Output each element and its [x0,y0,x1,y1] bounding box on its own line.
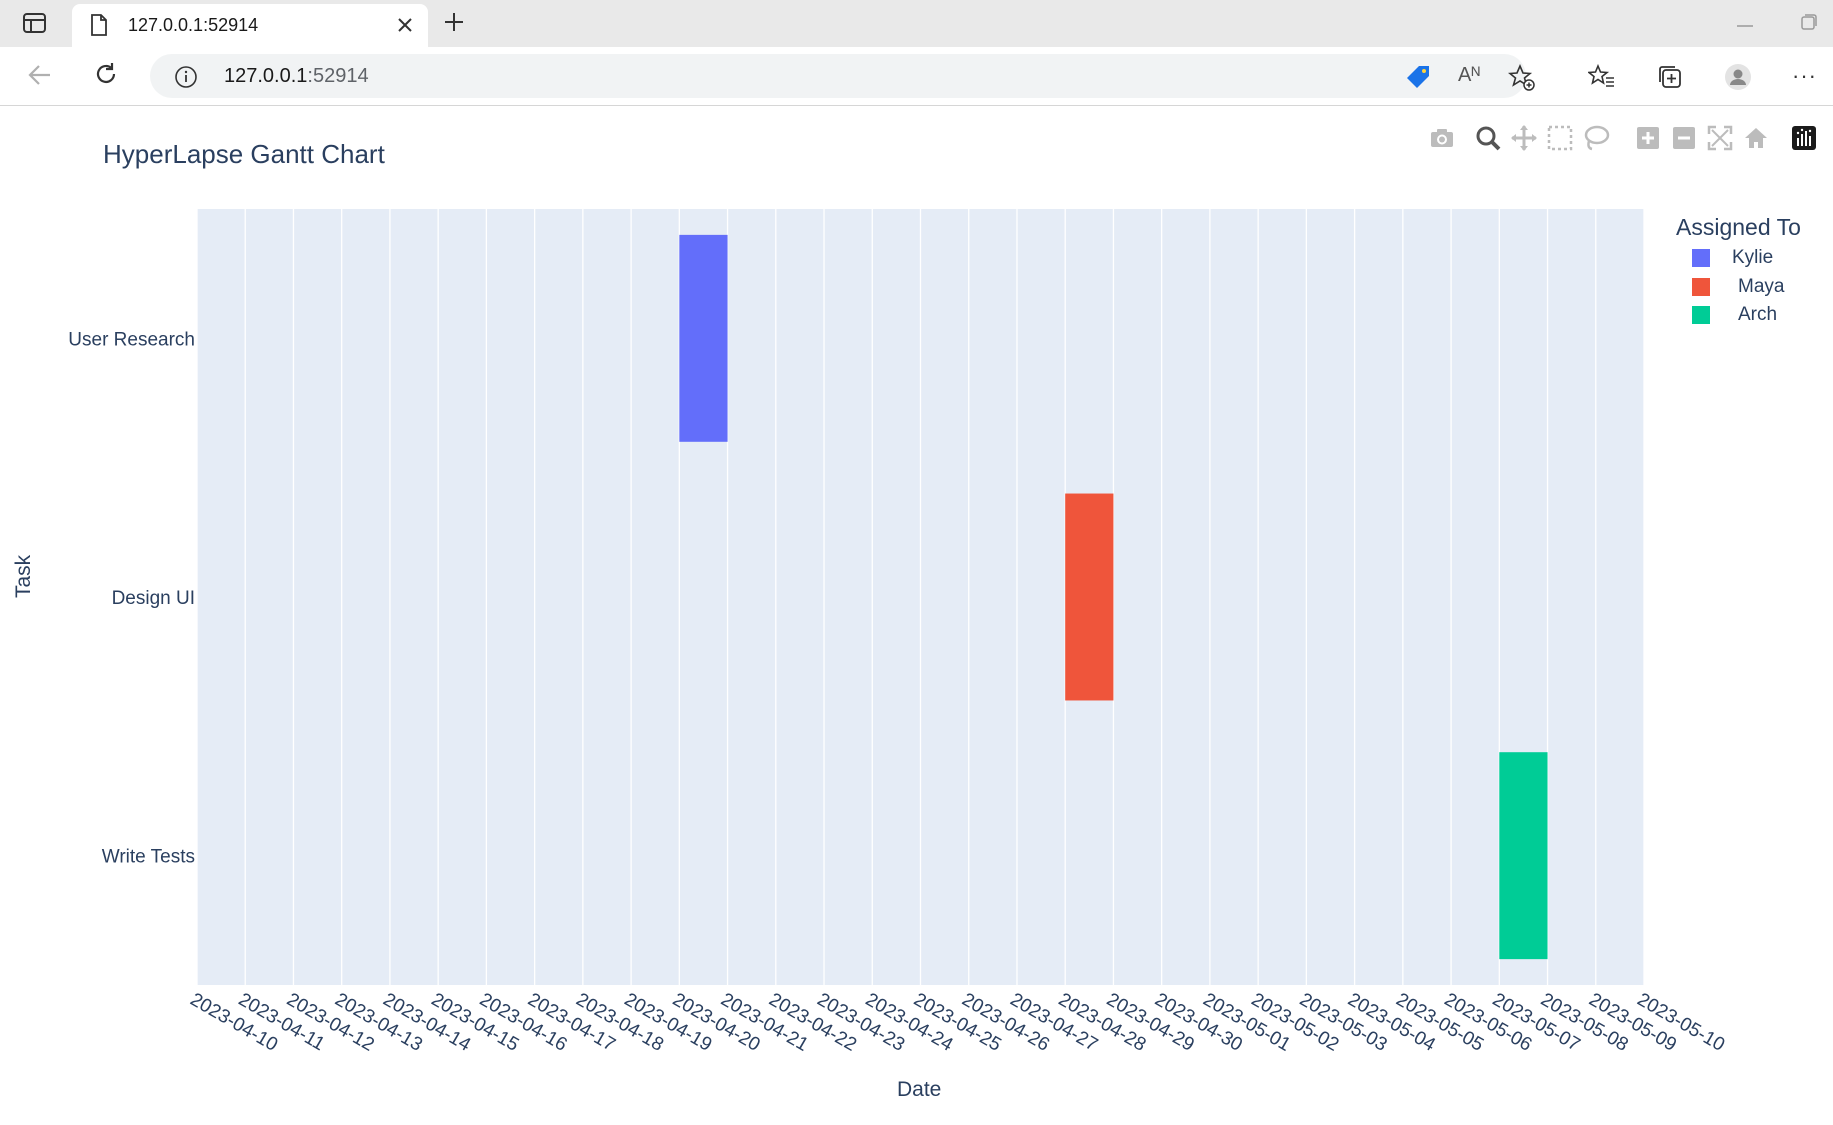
url-host: 127.0.0.1 [224,65,308,87]
close-icon[interactable] [396,16,414,39]
y-axis-label: Task [12,554,35,598]
collections-icon[interactable] [1656,63,1684,96]
address-bar[interactable]: 127.0.0.1:52914 Aᴺ [150,54,1535,98]
profile-icon[interactable] [1724,63,1752,96]
read-aloud-icon[interactable]: Aᴺ [1458,64,1480,87]
y-tick-label: User Research [68,329,195,350]
legend-title: Assigned To [1676,214,1801,240]
reload-icon[interactable] [92,60,120,93]
favorites-icon[interactable] [1586,63,1616,95]
y-tick-label: Design UI [112,588,195,609]
legend-swatch [1692,278,1710,296]
price-tag-icon[interactable] [1405,64,1431,95]
gantt-bar-maya[interactable] [1065,493,1114,701]
plot-container: HyperLapse Gantt Chart User Research Des… [0,106,1833,1125]
back-arrow-icon[interactable] [26,61,54,94]
x-axis-tick-labels: 2023-04-102023-04-112023-04-122023-04-13… [187,989,1729,1056]
page-icon [90,14,108,41]
legend-swatch [1692,306,1710,324]
browser-toolbar: 127.0.0.1:52914 Aᴺ ··· [0,47,1833,106]
info-icon[interactable] [174,65,198,94]
y-tick-label: Write Tests [102,847,195,868]
new-tab-button[interactable] [442,10,466,39]
gantt-bar-kylie[interactable] [679,234,728,442]
browser-tab[interactable]: 127.0.0.1:52914 [72,4,428,47]
tab-strip: 127.0.0.1:52914 [0,0,1833,47]
legend-label: Kylie [1732,247,1774,268]
legend-swatch [1692,249,1710,267]
star-plus-icon[interactable] [1507,63,1536,97]
url-port: :52914 [307,65,369,87]
url-text[interactable]: 127.0.0.1:52914 [224,65,369,88]
legend-label: Maya [1738,276,1785,297]
tab-actions-icon[interactable] [22,12,48,34]
y-axis-tick-labels: User Research Design UI Write Tests [68,329,195,867]
minimize-icon[interactable] [1736,15,1754,33]
more-icon[interactable]: ··· [1792,63,1817,89]
tab-title: 127.0.0.1:52914 [128,15,259,35]
legend-label: Arch [1738,304,1778,325]
gantt-bar-arch[interactable] [1499,752,1548,960]
restore-icon[interactable] [1800,13,1818,36]
x-axis-label: Date [897,1078,942,1101]
gantt-chart: User Research Design UI Write Tests 2023-0… [68,209,1729,1056]
